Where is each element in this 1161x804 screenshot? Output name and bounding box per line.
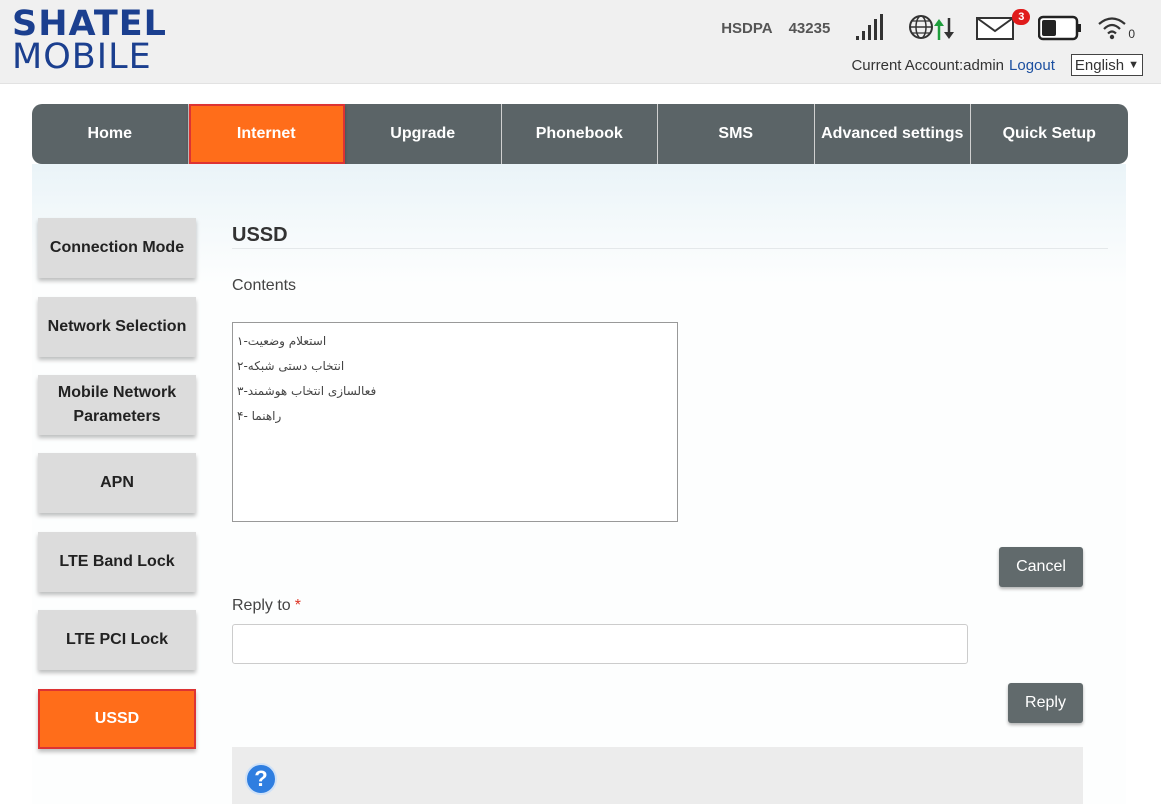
- contents-line-1: استعلام وضعیت-۱: [237, 334, 327, 348]
- sidebar-item-network-selection[interactable]: Network Selection: [38, 297, 196, 357]
- brand-logo: SHATEL MOBILE: [12, 4, 167, 77]
- reply-to-text: Reply to: [232, 597, 291, 614]
- nav-upgrade[interactable]: Upgrade: [345, 104, 502, 164]
- logo-line-1: SHATEL: [12, 4, 167, 44]
- sidebar-item-connection-mode[interactable]: Connection Mode: [38, 218, 196, 278]
- sms-count-badge: 3: [1012, 9, 1031, 25]
- reply-to-label: Reply to *: [232, 597, 301, 615]
- help-icon[interactable]: ?: [245, 763, 277, 795]
- envelope-icon[interactable]: 3: [976, 9, 1031, 41]
- contents-line-2: انتخاب دستی شبکه-۲: [237, 359, 345, 373]
- chevron-down-icon: ▼: [1128, 59, 1139, 71]
- battery-icon: [1038, 15, 1082, 41]
- current-account-label: Current Account:admin: [851, 56, 1005, 74]
- help-panel: [232, 747, 1083, 804]
- sidebar-item-lte-band-lock[interactable]: LTE Band Lock: [38, 532, 196, 592]
- network-type: HSDPA: [721, 19, 773, 37]
- account-row: Current Account:admin Logout English ▼: [851, 54, 1143, 76]
- nav-sms[interactable]: SMS: [658, 104, 815, 164]
- main-nav: Home Internet Upgrade Phonebook SMS Adva…: [32, 104, 1128, 164]
- nav-advanced-settings[interactable]: Advanced settings: [815, 104, 971, 164]
- logout-link[interactable]: Logout: [1009, 57, 1055, 74]
- contents-line-4: راهنما -۴: [237, 409, 282, 423]
- reply-button[interactable]: Reply: [1008, 683, 1083, 723]
- globe-data-icon: [908, 14, 956, 42]
- language-select[interactable]: English ▼: [1070, 54, 1143, 76]
- sidebar-item-ussd[interactable]: USSD: [38, 689, 196, 749]
- page-title: USSD: [232, 224, 288, 246]
- sidebar-item-apn[interactable]: APN: [38, 453, 196, 513]
- signal-bars-icon: [854, 14, 884, 42]
- required-mark: *: [294, 597, 301, 614]
- language-value: English: [1074, 56, 1125, 74]
- wifi-icon: 0: [1096, 14, 1135, 42]
- cancel-button[interactable]: Cancel: [999, 547, 1083, 587]
- contents-label: Contents: [232, 277, 297, 294]
- logo-line-2: MOBILE: [12, 37, 152, 77]
- network-code: 43235: [788, 19, 831, 37]
- nav-home[interactable]: Home: [32, 104, 189, 164]
- nav-phonebook[interactable]: Phonebook: [502, 104, 658, 164]
- contents-line-3: فعالسازی انتخاب هوشمند-۳: [237, 384, 377, 398]
- reply-to-input[interactable]: [232, 624, 968, 664]
- sidebar-item-lte-pci-lock[interactable]: LTE PCI Lock: [38, 610, 196, 670]
- wifi-client-count: 0: [1128, 27, 1135, 41]
- nav-quick-setup[interactable]: Quick Setup: [971, 104, 1128, 164]
- status-indicators: HSDPA 43235 3 0: [721, 9, 1135, 42]
- title-divider: [232, 248, 1108, 249]
- nav-internet[interactable]: Internet: [188, 104, 345, 164]
- ussd-contents-box[interactable]: استعلام وضعیت-۱ انتخاب دستی شبکه-۲ فعالس…: [232, 322, 678, 522]
- sidebar-item-mobile-network-parameters[interactable]: Mobile Network Parameters: [38, 375, 196, 435]
- header-bar: SHATEL MOBILE HSDPA 43235 3 0 Current Ac…: [0, 0, 1161, 84]
